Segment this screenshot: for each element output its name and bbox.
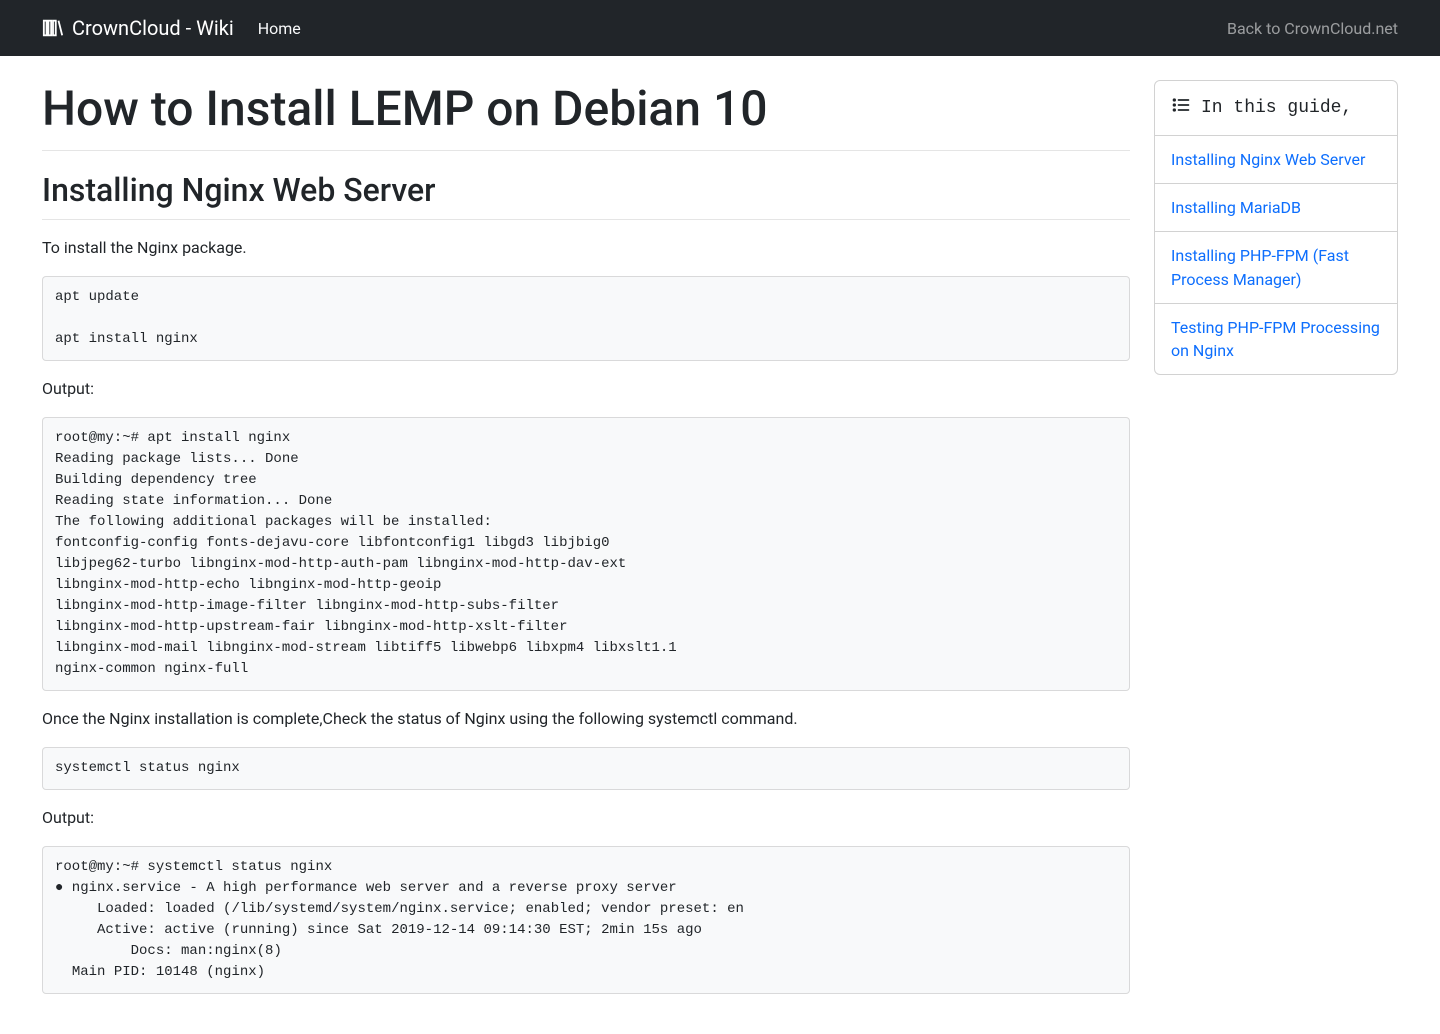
- toc-list: Installing Nginx Web Server Installing M…: [1155, 136, 1397, 374]
- navbar-left: CrownCloud - Wiki Home: [42, 16, 301, 40]
- toc-link-nginx[interactable]: Installing Nginx Web Server: [1155, 136, 1397, 183]
- page-title: How to Install LEMP on Debian 10: [42, 80, 1130, 138]
- toc-link-testing[interactable]: Testing PHP-FPM Processing on Nginx: [1155, 304, 1397, 374]
- paragraph-install-nginx: To install the Nginx package.: [42, 236, 1130, 260]
- nav-home[interactable]: Home: [258, 19, 301, 38]
- title-divider: [42, 150, 1130, 151]
- books-icon: [42, 17, 64, 39]
- paragraph-check-status: Once the Nginx installation is complete,…: [42, 707, 1130, 731]
- output-label: Output:: [42, 377, 1130, 401]
- toc-item: Installing PHP-FPM (Fast Process Manager…: [1155, 231, 1397, 302]
- code-block-systemctl: systemctl status nginx: [42, 747, 1130, 790]
- section-heading-nginx: Installing Nginx Web Server: [42, 171, 1130, 209]
- toc-link-mariadb[interactable]: Installing MariaDB: [1155, 184, 1397, 231]
- section-divider: [42, 219, 1130, 220]
- list-icon: [1171, 95, 1191, 121]
- toc-card: In this guide, Installing Nginx Web Serv…: [1154, 80, 1398, 375]
- code-block-status-output: root@my:~# systemctl status nginx ● ngin…: [42, 846, 1130, 994]
- sidebar: In this guide, Installing Nginx Web Serv…: [1154, 80, 1398, 375]
- code-block-apt-output: root@my:~# apt install nginx Reading pac…: [42, 417, 1130, 691]
- page-container: How to Install LEMP on Debian 10 Install…: [0, 56, 1440, 1034]
- code-block-apt-install: apt update apt install nginx: [42, 276, 1130, 361]
- toc-item: Installing Nginx Web Server: [1155, 136, 1397, 183]
- toc-link-phpfpm[interactable]: Installing PHP-FPM (Fast Process Manager…: [1155, 232, 1397, 302]
- output-label: Output:: [42, 806, 1130, 830]
- toc-item: Testing PHP-FPM Processing on Nginx: [1155, 303, 1397, 374]
- brand-link[interactable]: CrownCloud - Wiki: [42, 16, 234, 40]
- toc-item: Installing MariaDB: [1155, 183, 1397, 231]
- brand-text: CrownCloud - Wiki: [72, 16, 234, 40]
- navbar: CrownCloud - Wiki Home Back to CrownClou…: [0, 0, 1440, 56]
- main-content: How to Install LEMP on Debian 10 Install…: [42, 80, 1130, 1010]
- toc-title: In this guide,: [1201, 98, 1352, 118]
- nav-back-link[interactable]: Back to CrownCloud.net: [1227, 19, 1398, 38]
- toc-header: In this guide,: [1155, 81, 1397, 136]
